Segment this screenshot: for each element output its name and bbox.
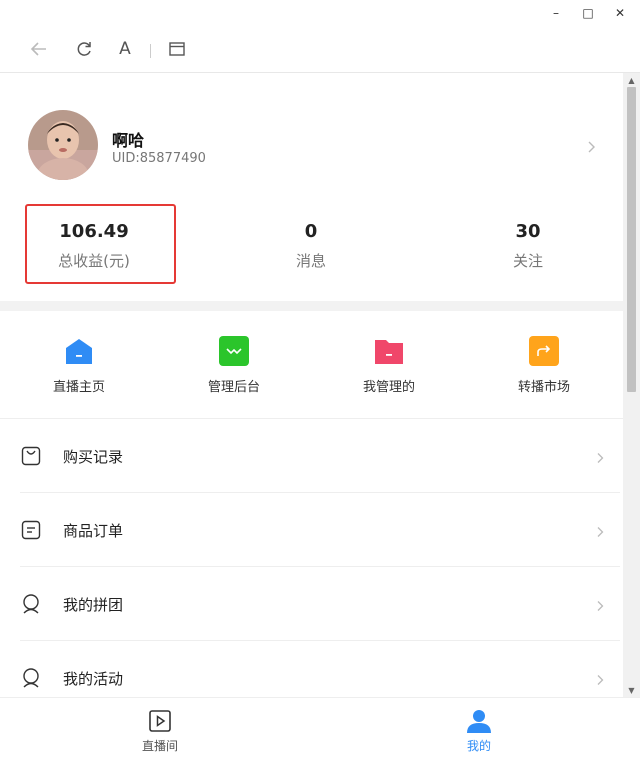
vertical-scrollbar[interactable]: ▲ ▼ — [623, 73, 640, 697]
stat-following[interactable]: 30 关注 — [438, 203, 618, 271]
user-uid: UID:85877490 — [112, 151, 206, 166]
user-name: 啊哈 — [112, 131, 145, 150]
stat-value: 0 — [304, 221, 318, 242]
highlight-box — [25, 204, 176, 284]
menu-item-my-activities[interactable]: 我的活动 — [20, 641, 620, 697]
shortcut-live-home[interactable]: 直播主页 — [4, 311, 154, 395]
shortcut-grid: 直播主页 管理后台 我管理的 转播市场 — [0, 311, 623, 419]
section-divider — [0, 301, 623, 311]
close-button[interactable]: ✕ — [610, 4, 630, 22]
toolbar-divider — [150, 44, 151, 58]
stat-label: 消息 — [295, 252, 326, 270]
menu-label: 商品订单 — [63, 522, 124, 540]
window-icon[interactable] — [166, 38, 188, 60]
stat-label: 关注 — [512, 252, 543, 270]
shortcut-label: 管理后台 — [207, 380, 260, 395]
menu-item-product-orders[interactable]: 商品订单 — [20, 493, 620, 567]
minimize-button[interactable]: – — [546, 4, 566, 22]
scroll-down-icon[interactable]: ▼ — [623, 683, 640, 697]
menu-item-purchase-records[interactable]: 购买记录 — [20, 419, 620, 493]
chevron-right-icon — [594, 449, 606, 463]
refresh-icon[interactable] — [73, 38, 95, 60]
shortcut-managed[interactable]: 我管理的 — [314, 311, 464, 395]
live-room-icon — [147, 708, 173, 734]
browser-toolbar: A — [0, 26, 640, 73]
nav-label: 直播间 — [141, 739, 178, 753]
stat-value: 30 — [515, 221, 541, 242]
user-icon — [466, 708, 492, 734]
home-icon — [64, 336, 94, 366]
nav-label: 我的 — [466, 739, 491, 753]
nav-live-room[interactable]: 直播间 — [80, 698, 240, 754]
maximize-button[interactable]: □ — [578, 4, 598, 22]
bottom-navigation: 直播间 我的 — [0, 697, 640, 762]
chevron-right-icon — [594, 523, 606, 537]
menu-list: 购买记录 商品订单 我的拼团 我的活动 — [0, 419, 623, 697]
stat-messages[interactable]: 0 消息 — [221, 203, 401, 271]
back-icon[interactable] — [28, 38, 50, 60]
group-buy-icon — [20, 593, 42, 615]
shortcut-label: 我管理的 — [362, 380, 415, 395]
chevron-right-icon — [594, 597, 606, 611]
folder-icon — [374, 336, 404, 366]
shopping-bag-icon — [20, 445, 42, 467]
dashboard-icon — [219, 336, 249, 366]
order-icon — [20, 519, 42, 541]
activity-icon — [20, 667, 42, 689]
menu-label: 购买记录 — [63, 448, 124, 466]
chevron-right-icon — [594, 671, 606, 685]
profile-header[interactable]: 啊哈 UID:85877490 — [0, 73, 623, 213]
menu-label: 我的拼团 — [63, 596, 124, 614]
chevron-right-icon[interactable] — [584, 139, 598, 153]
font-size-icon[interactable]: A — [114, 38, 136, 60]
avatar[interactable] — [28, 110, 98, 180]
menu-label: 我的活动 — [63, 670, 124, 688]
shortcut-relay-market[interactable]: 转播市场 — [469, 311, 619, 395]
main-content[interactable]: 啊哈 UID:85877490 106.49 总收益(元) 0 消息 30 关注… — [0, 73, 623, 697]
shortcut-label: 转播市场 — [517, 380, 570, 395]
share-icon — [529, 336, 559, 366]
menu-item-group-buy[interactable]: 我的拼团 — [20, 567, 620, 641]
window-titlebar: – □ ✕ — [0, 0, 640, 26]
shortcut-label: 直播主页 — [52, 380, 105, 395]
shortcut-admin[interactable]: 管理后台 — [159, 311, 309, 395]
scroll-thumb[interactable] — [627, 87, 636, 392]
nav-mine[interactable]: 我的 — [399, 698, 559, 754]
scroll-up-icon[interactable]: ▲ — [623, 73, 640, 87]
